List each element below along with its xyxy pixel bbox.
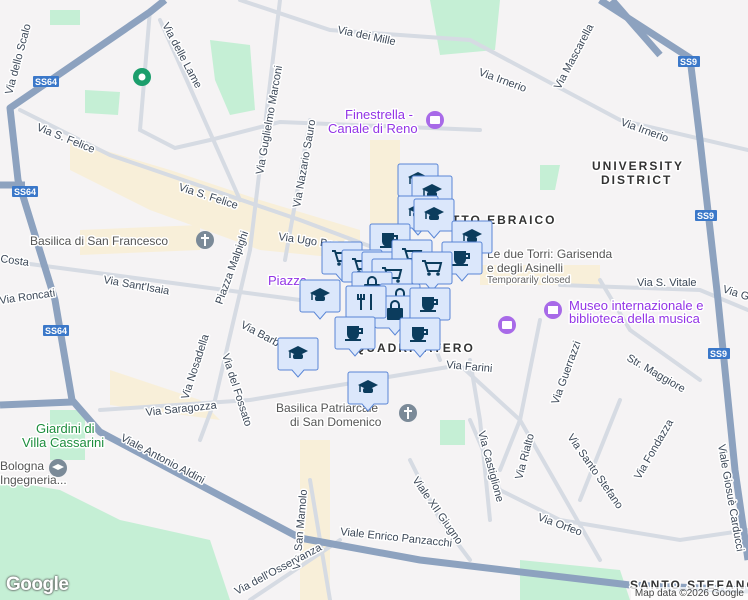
street-label: Via Nosadella	[179, 332, 212, 401]
bologna-ingegneria-label-2[interactable]: Ingegneria...	[0, 472, 68, 489]
map-canvas[interactable]: Via dello Scalo Via delle Lame Via dei Mil…	[0, 0, 748, 600]
highway-shield-label: SS64	[45, 326, 67, 336]
street-label: Via Farini	[446, 359, 493, 375]
street-label: Str. Maggiore	[625, 352, 688, 395]
street-label: Via Rialto	[513, 432, 537, 480]
basilica-san-francesco-label[interactable]: Basilica di San Francesco	[29, 233, 170, 250]
district-label: UNIVERSITY	[592, 159, 684, 173]
highway-shield: SS9	[678, 56, 700, 67]
street-label: Costa	[0, 253, 31, 269]
giardini-label-2[interactable]: Villa Cassarini	[21, 434, 106, 452]
graduation-cap-marker[interactable]	[299, 279, 341, 320]
street-label: Via Santo Stefano	[565, 432, 626, 511]
basilica-san-domenico-label-2[interactable]: di San Domenico	[289, 414, 384, 431]
map-attribution[interactable]: Map data ©2026 Google	[630, 587, 748, 600]
due-torri-label[interactable]: Le due Torri: Garisenda	[486, 246, 615, 263]
highway-shield-label: SS64	[14, 187, 36, 197]
museum-icon[interactable]	[544, 301, 562, 319]
finestrella-label[interactable]: Finestrella -	[344, 106, 415, 124]
graduation-cap-marker[interactable]	[277, 337, 319, 378]
street-label: Via Nazario Sauro	[291, 119, 318, 209]
street-label: Via Irnerio	[477, 67, 528, 95]
church-icon[interactable]	[399, 404, 417, 422]
street-label: Via Mascarella	[552, 21, 597, 91]
street-label: Via delle Lame	[159, 21, 204, 91]
church-icon[interactable]	[196, 231, 214, 249]
highway-shield-label: SS9	[697, 211, 714, 221]
google-logo: Google	[6, 574, 69, 595]
camera-icon[interactable]	[498, 316, 516, 334]
camera-icon[interactable]	[426, 111, 444, 129]
street-label: Via S. Vitale	[637, 277, 697, 289]
district-label: DISTRICT	[601, 173, 672, 187]
highway-shield-label: SS64	[35, 77, 57, 87]
street-label: Viale Antonio Aldini	[119, 432, 207, 486]
highway-shield: SS64	[12, 186, 38, 197]
street-label: Via Guerrazzi	[550, 339, 584, 406]
museo-label-2[interactable]: biblioteca della musica	[568, 310, 703, 328]
giardini-label[interactable]: Giardini di	[35, 420, 97, 438]
due-torri-status: Temporarily closed	[487, 275, 570, 286]
street-label: Via dello Scalo	[3, 23, 33, 96]
street-label: Via Roncati	[0, 287, 56, 307]
highway-shield: SS9	[695, 210, 717, 221]
park-pin-icon[interactable]	[133, 68, 151, 86]
street-label: Via dei Mille	[336, 24, 396, 48]
street-label: Via Fondazza	[632, 417, 676, 482]
street-label: Via S. Felice	[35, 122, 97, 156]
street-label: Via del Fossato	[219, 352, 254, 428]
bologna-ingegneria-label[interactable]: Bologna	[0, 458, 46, 475]
highway-shield-label: SS9	[680, 57, 697, 67]
highway-shield: SS9	[708, 348, 730, 359]
street-label: Via Irnerio	[619, 117, 670, 145]
highway-shield: SS64	[33, 76, 59, 87]
due-torri-label-2[interactable]: e degli Asinelli	[486, 260, 565, 277]
highway-shield-label: SS9	[710, 349, 727, 359]
highway-shield: SS64	[43, 325, 69, 336]
finestrella-label-2[interactable]: Canale di Reno	[327, 120, 420, 138]
